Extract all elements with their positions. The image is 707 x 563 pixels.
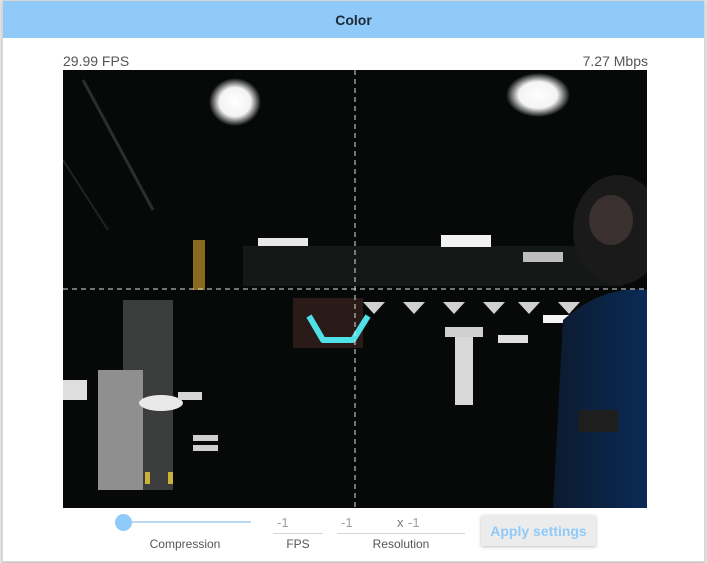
ceiling-light xyxy=(209,78,261,126)
compression-slider-thumb[interactable] xyxy=(115,514,132,531)
camera-stream[interactable] xyxy=(63,70,647,508)
pillar xyxy=(455,335,473,405)
background-stands xyxy=(243,246,623,286)
resolution-separator: x xyxy=(397,515,404,530)
ceiling-light xyxy=(506,73,570,117)
resolution-height-input[interactable]: -1 xyxy=(408,515,420,530)
stream-settings: Compression -1 FPS -1 x -1 Resolution Ap… xyxy=(3,508,704,561)
resolution-width-input[interactable]: -1 xyxy=(341,515,353,530)
resolution-label: Resolution xyxy=(372,537,430,551)
bitrate-readout: 7.27 Mbps xyxy=(582,53,648,69)
fps-input[interactable]: -1 xyxy=(277,515,289,530)
fps-input-underline xyxy=(273,533,323,534)
apply-settings-button[interactable]: Apply settings xyxy=(481,515,596,546)
color-stream-panel: Color 29.99 FPS 7.27 Mbps Compression -1… xyxy=(2,0,705,562)
camera-frame xyxy=(63,70,647,508)
fps-label: FPS xyxy=(286,537,310,551)
fps-readout: 29.99 FPS xyxy=(63,53,130,69)
person-body xyxy=(553,289,647,508)
compression-label: Compression xyxy=(149,537,221,551)
resolution-input-underline xyxy=(337,533,465,534)
panel-title: Color xyxy=(3,1,704,38)
compression-slider-track[interactable] xyxy=(119,521,251,523)
